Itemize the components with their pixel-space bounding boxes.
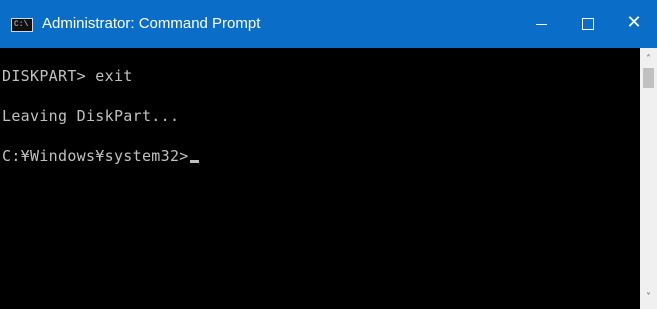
minimize-button[interactable] (519, 0, 565, 48)
window-title: Administrator: Command Prompt (42, 15, 261, 32)
maximize-icon (582, 18, 594, 30)
scroll-down-arrow-icon[interactable]: ˅ (640, 290, 657, 306)
console-line: Leaving DiskPart... (2, 107, 180, 125)
command-prompt-window: C:\ Administrator: Command Prompt ✕ DISK… (0, 0, 657, 309)
scroll-up-arrow-icon[interactable]: ˄ (640, 52, 657, 68)
title-bar[interactable]: C:\ Administrator: Command Prompt ✕ (0, 0, 657, 48)
close-icon: ✕ (626, 12, 642, 33)
maximize-button[interactable] (565, 0, 611, 48)
scroll-thumb[interactable] (643, 68, 654, 88)
console-app-icon[interactable]: C:\ (11, 18, 33, 32)
console-prompt-line: C:¥Windows¥system32> (2, 146, 199, 166)
close-button[interactable]: ✕ (611, 0, 657, 48)
console-app-icon-text: C:\ (14, 20, 29, 29)
console-prompt: C:¥Windows¥system32> (2, 147, 189, 165)
minimize-icon (536, 24, 547, 25)
console-output[interactable]: DISKPART> exit Leaving DiskPart... C:¥Wi… (0, 48, 640, 309)
vertical-scrollbar[interactable]: ˄ ˅ (640, 48, 657, 309)
text-cursor (189, 160, 199, 163)
console-line: DISKPART> exit (2, 67, 133, 85)
